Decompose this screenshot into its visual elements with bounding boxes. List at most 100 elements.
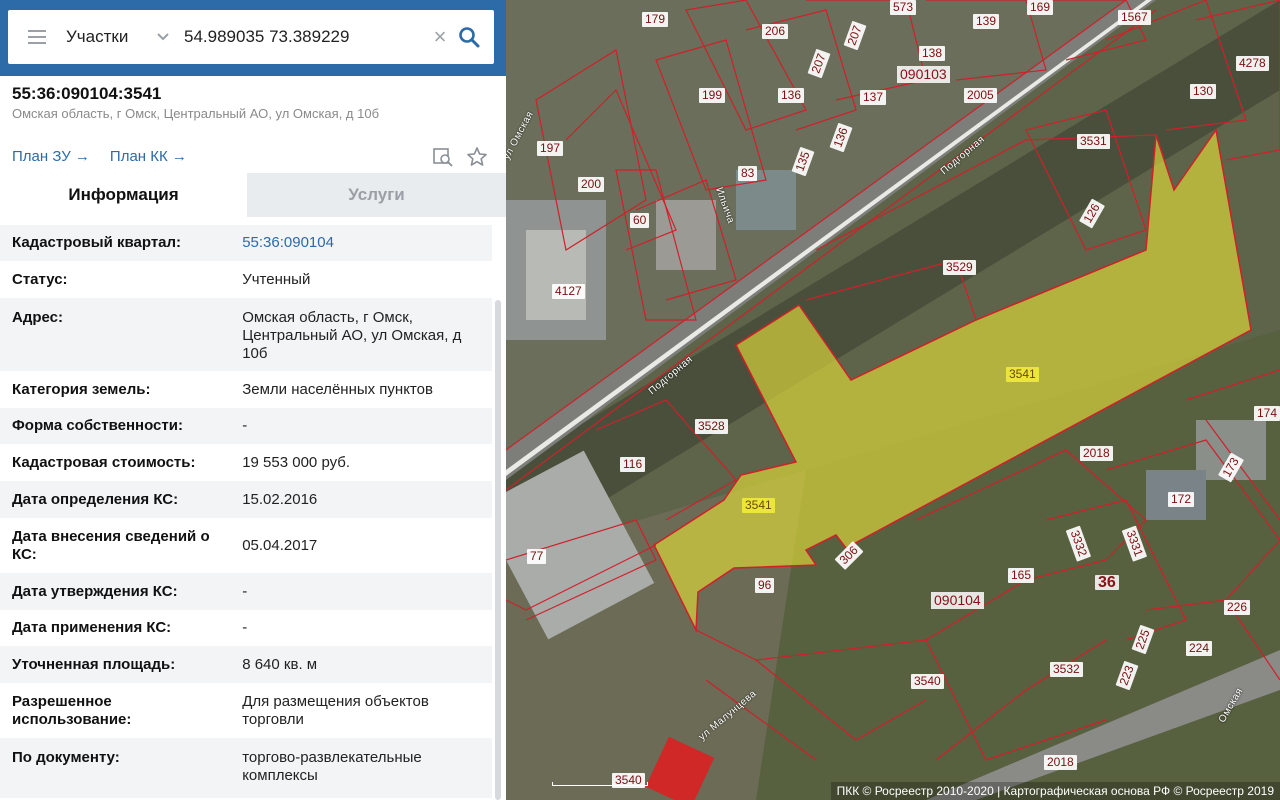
- info-label: Кадастровый квартал:: [12, 234, 182, 251]
- satellite-imagery: [506, 0, 1280, 800]
- clear-icon[interactable]: ×: [426, 10, 454, 64]
- parcel-label[interactable]: 96: [755, 578, 775, 593]
- info-value: 05.04.2017: [242, 536, 318, 554]
- parcel-label[interactable]: 2005: [964, 88, 997, 103]
- info-row: Адрес: Омская область, г Омск, Центральн…: [0, 298, 492, 371]
- parcel-label[interactable]: 3528: [695, 419, 728, 434]
- object-header: 55:36:090104:3541 Омская область, г Омск…: [12, 84, 492, 122]
- scrollbar-thumb[interactable]: [495, 300, 501, 800]
- info-row: Дата определения КС: 15.02.2016: [0, 481, 492, 518]
- parcel-label[interactable]: 136: [778, 88, 805, 103]
- parcel-label[interactable]: 77: [527, 549, 547, 564]
- parcel-label-selected[interactable]: 3541: [1006, 367, 1039, 382]
- info-row: Уточненная площадь: 8 640 кв. м: [0, 646, 492, 683]
- info-label: Форма собственности:: [12, 417, 183, 434]
- info-label: Уточненная площадь:: [12, 655, 176, 673]
- parcel-label[interactable]: 197: [537, 141, 564, 156]
- collapse-panel-icon[interactable]: [500, 0, 506, 76]
- info-value: -: [242, 417, 248, 434]
- map-search-icon[interactable]: [432, 146, 454, 173]
- plan-zu-link[interactable]: План ЗУ →: [12, 148, 90, 165]
- parcel-label[interactable]: 172: [1168, 492, 1195, 507]
- info-value: -: [242, 582, 248, 600]
- parcel-label[interactable]: 169: [1027, 0, 1054, 15]
- action-icons: [432, 146, 488, 173]
- info-label: Категория земель:: [12, 380, 151, 398]
- parcel-label[interactable]: 138: [919, 46, 946, 61]
- parcel-label-selected[interactable]: 3541: [742, 498, 775, 513]
- arrow-right-icon: →: [70, 148, 90, 165]
- parcel-label[interactable]: 2018: [1080, 446, 1113, 461]
- search-input[interactable]: [180, 22, 426, 52]
- info-row: Дата утверждения КС: -: [0, 573, 492, 610]
- parcel-label[interactable]: 200: [578, 177, 605, 192]
- info-label: Кадастровая стоимость:: [12, 453, 196, 471]
- cadastral-quarter-link[interactable]: 55:36:090104: [242, 234, 480, 252]
- star-icon[interactable]: [466, 146, 488, 173]
- info-row: Статус: Учтенный: [0, 261, 492, 298]
- search-icon[interactable]: [454, 10, 484, 64]
- info-value: 8 640 кв. м: [242, 655, 318, 673]
- info-value: Земли населённых пунктов: [242, 380, 433, 398]
- scale-bar: [552, 782, 648, 786]
- parcel-label[interactable]: 3529: [943, 260, 976, 275]
- parcel-label[interactable]: 1567: [1118, 10, 1151, 25]
- info-label: Статус:: [12, 270, 68, 288]
- quarter-label[interactable]: 090103: [897, 66, 950, 83]
- parcel-label[interactable]: 179: [642, 12, 669, 27]
- parcel-label[interactable]: 206: [762, 24, 789, 39]
- tab-services[interactable]: Услуги: [247, 173, 506, 217]
- parcel-label[interactable]: 2018: [1044, 755, 1077, 770]
- info-row: Категория земель: Земли населённых пункт…: [0, 371, 492, 408]
- info-row: Кадастровый квартал: 55:36:090104: [0, 225, 492, 261]
- parcel-label[interactable]: 60: [630, 213, 650, 228]
- plan-kk-link[interactable]: План КК →: [110, 148, 187, 165]
- info-row: Разрешенное использование: Для размещени…: [0, 683, 492, 738]
- info-row: Форма собственности: -: [0, 408, 492, 444]
- chevron-down-icon[interactable]: [156, 32, 180, 42]
- parcel-label[interactable]: 83: [738, 166, 758, 181]
- cadastral-map[interactable]: 179 206 207 573 139 169 1567 4278 138 09…: [506, 0, 1280, 800]
- parcel-label[interactable]: 3531: [1077, 134, 1110, 149]
- info-label: Дата определения КС:: [12, 490, 179, 508]
- plan-links: План ЗУ → План КК →: [12, 148, 187, 165]
- parcel-label[interactable]: 174: [1254, 406, 1280, 421]
- parcel-label[interactable]: 165: [1008, 568, 1035, 583]
- object-address: Омская область, г Омск, Центральный АО, …: [12, 106, 380, 121]
- info-row: Кадастровая стоимость: 19 553 000 руб.: [0, 444, 492, 481]
- info-row: По документу: торгово-развлекательные ко…: [0, 738, 492, 798]
- info-value: -: [242, 619, 248, 636]
- parcel-label[interactable]: 36: [1095, 575, 1119, 591]
- info-list: Кадастровый квартал: 55:36:090104 Статус…: [0, 217, 492, 800]
- parcel-label[interactable]: 116: [620, 457, 646, 472]
- parcel-label[interactable]: 3532: [1050, 662, 1083, 677]
- map-attribution: ПКК © Росреестр 2010-2020 | Картографиче…: [830, 782, 1280, 800]
- parcel-label[interactable]: 573: [890, 0, 917, 15]
- parcel-label[interactable]: 139: [973, 14, 1000, 29]
- parcel-label[interactable]: 224: [1186, 641, 1213, 656]
- tabs: Информация Услуги: [0, 173, 506, 217]
- cadastral-number: 55:36:090104:3541: [12, 84, 162, 103]
- search-box: Участки ×: [8, 10, 494, 64]
- parcel-label[interactable]: 226: [1224, 600, 1251, 615]
- parcel-label[interactable]: 130: [1190, 84, 1217, 99]
- info-label: Дата применения КС:: [12, 619, 172, 636]
- info-row-partial: [0, 217, 492, 225]
- arrow-right-icon: →: [167, 148, 187, 165]
- info-value: Омская область, г Омск, Центральный АО, …: [242, 309, 462, 362]
- parcel-label[interactable]: 3540: [911, 674, 944, 689]
- info-label: Разрешенное использование:: [12, 692, 132, 728]
- quarter-label[interactable]: 090104: [931, 592, 984, 609]
- parcel-label[interactable]: 4127: [552, 284, 585, 299]
- search-type-select[interactable]: Участки: [66, 27, 156, 47]
- parcel-label[interactable]: 4278: [1236, 56, 1269, 71]
- info-label: Дата внесения сведений о КС:: [12, 527, 210, 563]
- search-bar: Участки ×: [0, 0, 506, 76]
- tab-info[interactable]: Информация: [0, 173, 247, 217]
- parcel-label[interactable]: 137: [860, 90, 887, 105]
- info-row: Дата внесения сведений о КС: 05.04.2017: [0, 518, 492, 573]
- info-label: Дата утверждения КС:: [12, 582, 178, 600]
- parcel-label[interactable]: 199: [699, 88, 726, 103]
- menu-icon[interactable]: [8, 10, 66, 64]
- info-panel: Участки × 55:36:090104:3541 Омская облас…: [0, 0, 506, 800]
